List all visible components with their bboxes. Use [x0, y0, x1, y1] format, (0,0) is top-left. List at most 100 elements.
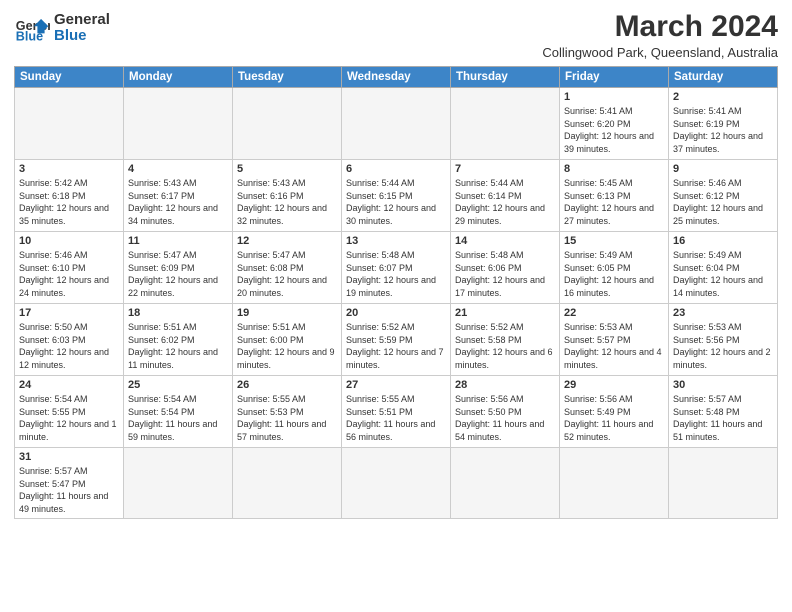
- day-number: 18: [128, 307, 228, 319]
- day-info: Sunrise: 5:47 AM Sunset: 6:09 PM Dayligh…: [128, 249, 228, 299]
- calendar-week-5: 24 Sunrise: 5:54 AM Sunset: 5:55 PM Dayli…: [15, 376, 778, 448]
- day-info: Sunrise: 5:51 AM Sunset: 6:00 PM Dayligh…: [237, 321, 337, 371]
- day-number: 29: [564, 379, 664, 391]
- day-info: Sunrise: 5:56 AM Sunset: 5:50 PM Dayligh…: [455, 393, 555, 443]
- calendar-cell: [342, 448, 451, 519]
- day-number: 9: [673, 163, 773, 175]
- day-info: Sunrise: 5:48 AM Sunset: 6:06 PM Dayligh…: [455, 249, 555, 299]
- calendar-week-2: 3 Sunrise: 5:42 AM Sunset: 6:18 PM Daylig…: [15, 160, 778, 232]
- calendar-cell: 4 Sunrise: 5:43 AM Sunset: 6:17 PM Daylig…: [124, 160, 233, 232]
- calendar-cell: 28Sunrise: 5:56 AM Sunset: 5:50 PM Dayli…: [451, 376, 560, 448]
- calendar-cell: 23Sunrise: 5:53 AM Sunset: 5:56 PM Dayli…: [669, 304, 778, 376]
- day-info: Sunrise: 5:49 AM Sunset: 6:05 PM Dayligh…: [564, 249, 664, 299]
- day-number: 5: [237, 163, 337, 175]
- main-title: March 2024: [542, 10, 778, 43]
- day-info: Sunrise: 5:55 AM Sunset: 5:53 PM Dayligh…: [237, 393, 337, 443]
- calendar-cell: [233, 88, 342, 160]
- day-info: Sunrise: 5:43 AM Sunset: 6:17 PM Dayligh…: [128, 177, 228, 227]
- day-number: 6: [346, 163, 446, 175]
- calendar-cell: 3 Sunrise: 5:42 AM Sunset: 6:18 PM Daylig…: [15, 160, 124, 232]
- weekday-header-wednesday: Wednesday: [342, 67, 451, 88]
- weekday-header-friday: Friday: [560, 67, 669, 88]
- calendar-cell: 10 Sunrise: 5:46 AM Sunset: 6:10 PM Dayli…: [15, 232, 124, 304]
- logo-blue-text: Blue: [54, 28, 110, 45]
- day-info: Sunrise: 5:45 AM Sunset: 6:13 PM Dayligh…: [564, 177, 664, 227]
- day-number: 12: [237, 235, 337, 247]
- day-number: 16: [673, 235, 773, 247]
- day-info: Sunrise: 5:49 AM Sunset: 6:04 PM Dayligh…: [673, 249, 773, 299]
- calendar-cell: [342, 88, 451, 160]
- calendar-table: SundayMondayTuesdayWednesdayThursdayFrid…: [14, 66, 778, 519]
- day-number: 8: [564, 163, 664, 175]
- day-number: 24: [19, 379, 119, 391]
- day-info: Sunrise: 5:46 AM Sunset: 6:12 PM Dayligh…: [673, 177, 773, 227]
- day-info: Sunrise: 5:41 AM Sunset: 6:20 PM Dayligh…: [564, 105, 664, 155]
- day-info: Sunrise: 5:41 AM Sunset: 6:19 PM Dayligh…: [673, 105, 773, 155]
- weekday-header-sunday: Sunday: [15, 67, 124, 88]
- day-number: 10: [19, 235, 119, 247]
- calendar-week-6: 31 Sunrise: 5:57 AM Sunset: 5:47 PM Dayli…: [15, 448, 778, 519]
- logo-general-text: General: [54, 12, 110, 29]
- day-info: Sunrise: 5:48 AM Sunset: 6:07 PM Dayligh…: [346, 249, 446, 299]
- calendar-cell: 22 Sunrise: 5:53 AM Sunset: 5:57 PM Dayli…: [560, 304, 669, 376]
- calendar-cell: [451, 448, 560, 519]
- day-number: 2: [673, 91, 773, 103]
- calendar-cell: 6 Sunrise: 5:44 AM Sunset: 6:15 PM Daylig…: [342, 160, 451, 232]
- weekday-header-thursday: Thursday: [451, 67, 560, 88]
- day-number: 30: [673, 379, 773, 391]
- day-info: Sunrise: 5:53 AM Sunset: 5:57 PM Dayligh…: [564, 321, 664, 371]
- calendar-cell: 26 Sunrise: 5:55 AM Sunset: 5:53 PM Dayli…: [233, 376, 342, 448]
- day-info: Sunrise: 5:42 AM Sunset: 6:18 PM Dayligh…: [19, 177, 119, 227]
- calendar-cell: [15, 88, 124, 160]
- calendar-cell: [124, 88, 233, 160]
- day-info: Sunrise: 5:57 AM Sunset: 5:47 PM Dayligh…: [19, 465, 119, 515]
- calendar-cell: 14Sunrise: 5:48 AM Sunset: 6:06 PM Dayli…: [451, 232, 560, 304]
- day-info: Sunrise: 5:47 AM Sunset: 6:08 PM Dayligh…: [237, 249, 337, 299]
- calendar-week-4: 17 Sunrise: 5:50 AM Sunset: 6:03 PM Dayli…: [15, 304, 778, 376]
- day-number: 4: [128, 163, 228, 175]
- calendar-cell: 16 Sunrise: 5:49 AM Sunset: 6:04 PM Dayli…: [669, 232, 778, 304]
- calendar-cell: 21Sunrise: 5:52 AM Sunset: 5:58 PM Dayli…: [451, 304, 560, 376]
- day-number: 17: [19, 307, 119, 319]
- day-number: 21: [455, 307, 555, 319]
- calendar-cell: 8 Sunrise: 5:45 AM Sunset: 6:13 PM Daylig…: [560, 160, 669, 232]
- weekday-header-saturday: Saturday: [669, 67, 778, 88]
- day-number: 27: [346, 379, 446, 391]
- calendar-cell: 17 Sunrise: 5:50 AM Sunset: 6:03 PM Dayli…: [15, 304, 124, 376]
- day-info: Sunrise: 5:44 AM Sunset: 6:15 PM Dayligh…: [346, 177, 446, 227]
- day-number: 22: [564, 307, 664, 319]
- day-info: Sunrise: 5:54 AM Sunset: 5:54 PM Dayligh…: [128, 393, 228, 443]
- calendar-week-3: 10 Sunrise: 5:46 AM Sunset: 6:10 PM Dayli…: [15, 232, 778, 304]
- day-number: 20: [346, 307, 446, 319]
- calendar-cell: 11Sunrise: 5:47 AM Sunset: 6:09 PM Dayli…: [124, 232, 233, 304]
- calendar-cell: [124, 448, 233, 519]
- calendar-cell: [233, 448, 342, 519]
- calendar-cell: 7Sunrise: 5:44 AM Sunset: 6:14 PM Daylig…: [451, 160, 560, 232]
- day-info: Sunrise: 5:43 AM Sunset: 6:16 PM Dayligh…: [237, 177, 337, 227]
- day-number: 15: [564, 235, 664, 247]
- page: General Blue General Blue March 2024 Col…: [0, 0, 792, 612]
- day-info: Sunrise: 5:56 AM Sunset: 5:49 PM Dayligh…: [564, 393, 664, 443]
- day-number: 3: [19, 163, 119, 175]
- day-info: Sunrise: 5:54 AM Sunset: 5:55 PM Dayligh…: [19, 393, 119, 443]
- calendar-cell: 25Sunrise: 5:54 AM Sunset: 5:54 PM Dayli…: [124, 376, 233, 448]
- day-number: 26: [237, 379, 337, 391]
- calendar-cell: 12 Sunrise: 5:47 AM Sunset: 6:08 PM Dayli…: [233, 232, 342, 304]
- weekday-header-monday: Monday: [124, 67, 233, 88]
- day-number: 31: [19, 451, 119, 463]
- day-number: 7: [455, 163, 555, 175]
- calendar-cell: 15 Sunrise: 5:49 AM Sunset: 6:05 PM Dayli…: [560, 232, 669, 304]
- header: General Blue General Blue March 2024 Col…: [14, 10, 778, 60]
- day-info: Sunrise: 5:53 AM Sunset: 5:56 PM Dayligh…: [673, 321, 773, 371]
- day-info: Sunrise: 5:46 AM Sunset: 6:10 PM Dayligh…: [19, 249, 119, 299]
- calendar-cell: [669, 448, 778, 519]
- subtitle: Collingwood Park, Queensland, Australia: [542, 45, 778, 60]
- day-info: Sunrise: 5:50 AM Sunset: 6:03 PM Dayligh…: [19, 321, 119, 371]
- day-number: 19: [237, 307, 337, 319]
- calendar-cell: 2 Sunrise: 5:41 AM Sunset: 6:19 PM Daylig…: [669, 88, 778, 160]
- calendar-cell: 20Sunrise: 5:52 AM Sunset: 5:59 PM Dayli…: [342, 304, 451, 376]
- day-info: Sunrise: 5:55 AM Sunset: 5:51 PM Dayligh…: [346, 393, 446, 443]
- logo: General Blue General Blue: [14, 10, 110, 46]
- weekday-header-row: SundayMondayTuesdayWednesdayThursdayFrid…: [15, 67, 778, 88]
- calendar-cell: [560, 448, 669, 519]
